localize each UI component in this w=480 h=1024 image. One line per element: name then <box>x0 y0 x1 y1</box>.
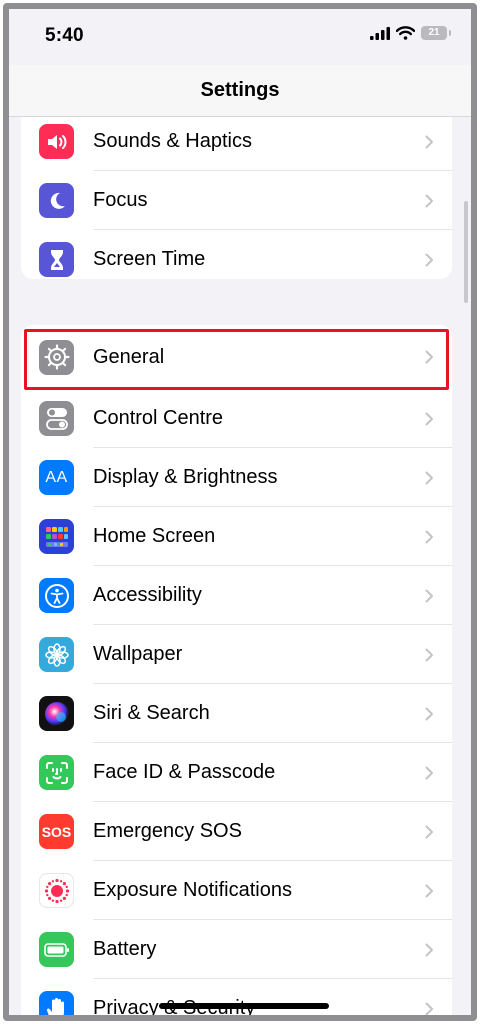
flower-icon <box>39 637 74 672</box>
settings-row-label: Screen Time <box>93 248 206 270</box>
settings-row-label: Exposure Notifications <box>93 879 292 901</box>
hourglass-icon <box>39 242 74 277</box>
display-icon-glyph: AA <box>45 468 68 486</box>
moon-icon <box>39 183 74 218</box>
accessibility-icon <box>39 578 74 613</box>
settings-row-display-brightness[interactable]: AA Display & Brightness <box>21 448 452 507</box>
settings-group-2: General Control Centre AA Display & Brig… <box>21 325 452 1015</box>
status-icons: 21 <box>370 26 451 40</box>
wifi-icon <box>396 26 415 40</box>
settings-row-wallpaper[interactable]: Wallpaper <box>21 625 452 684</box>
gear-icon <box>39 339 74 375</box>
sos-icon: SOS <box>39 814 74 849</box>
settings-row-label: General <box>93 345 165 368</box>
settings-row-emergency-sos[interactable]: SOS Emergency SOS <box>21 802 452 861</box>
status-bar: 5:40 21 <box>9 9 471 65</box>
settings-row-label: Home Screen <box>93 525 216 547</box>
settings-row-label: Face ID & Passcode <box>93 761 276 783</box>
home-grid-icon <box>39 519 74 554</box>
settings-row-privacy[interactable]: Privacy & Security <box>21 979 452 1015</box>
siri-icon <box>39 696 74 731</box>
settings-row-control-centre[interactable]: Control Centre <box>21 389 452 448</box>
settings-row-label: Focus <box>93 189 148 211</box>
chevron-right-icon <box>425 194 433 207</box>
settings-row-label: Display & Brightness <box>93 466 278 488</box>
settings-row-sounds[interactable]: Sounds & Haptics <box>21 117 452 171</box>
chevron-right-icon <box>425 350 433 364</box>
chevron-right-icon <box>425 1002 433 1015</box>
sos-icon-glyph: SOS <box>41 823 72 840</box>
battery-icon <box>39 932 74 967</box>
chevron-right-icon <box>425 135 433 148</box>
settings-row-screen-time[interactable]: Screen Time <box>21 230 452 279</box>
settings-row-exposure[interactable]: Exposure Notifications <box>21 861 452 920</box>
chevron-right-icon <box>425 943 433 956</box>
chevron-right-icon <box>425 530 433 543</box>
settings-row-label: Sounds & Haptics <box>93 130 252 152</box>
chevron-right-icon <box>425 707 433 720</box>
settings-row-focus[interactable]: Focus <box>21 171 452 230</box>
scrollbar[interactable] <box>464 201 468 303</box>
screen: 5:40 21 Settings Sounds & Haptics Focus … <box>9 9 471 1015</box>
settings-row-label: Accessibility <box>93 584 202 606</box>
page-title: Settings <box>200 79 280 101</box>
chevron-right-icon <box>425 825 433 838</box>
settings-row-label: Battery <box>93 938 157 960</box>
chevron-right-icon <box>425 589 433 602</box>
chevron-right-icon <box>425 884 433 897</box>
settings-row-battery[interactable]: Battery <box>21 920 452 979</box>
settings-row-label: Siri & Search <box>93 702 210 724</box>
cellular-signal-icon <box>370 26 390 40</box>
speaker-icon <box>39 124 74 159</box>
settings-row-face-id[interactable]: Face ID & Passcode <box>21 743 452 802</box>
exposure-icon <box>39 873 74 908</box>
toggles-icon <box>39 401 74 436</box>
settings-row-siri-search[interactable]: Siri & Search <box>21 684 452 743</box>
settings-row-home-screen[interactable]: Home Screen <box>21 507 452 566</box>
face-id-icon <box>39 755 74 790</box>
settings-row-label: Emergency SOS <box>93 820 242 842</box>
battery-indicator: 21 <box>421 26 451 40</box>
settings-row-label: Wallpaper <box>93 643 183 665</box>
display-icon: AA <box>39 460 74 495</box>
navigation-bar: Settings <box>9 65 471 117</box>
battery-level: 21 <box>428 27 440 38</box>
settings-row-label: Control Centre <box>93 407 224 429</box>
status-time: 5:40 <box>45 25 84 46</box>
settings-row-general[interactable]: General <box>21 325 452 389</box>
chevron-right-icon <box>425 766 433 779</box>
hand-icon <box>39 991 74 1015</box>
settings-row-accessibility[interactable]: Accessibility <box>21 566 452 625</box>
chevron-right-icon <box>425 648 433 661</box>
chevron-right-icon <box>425 471 433 484</box>
chevron-right-icon <box>425 412 433 425</box>
device-frame: 5:40 21 Settings Sounds & Haptics Focus … <box>3 3 477 1021</box>
chevron-right-icon <box>425 253 433 266</box>
settings-group-1: Sounds & Haptics Focus Screen Time <box>21 117 452 279</box>
home-indicator[interactable] <box>159 1003 329 1009</box>
